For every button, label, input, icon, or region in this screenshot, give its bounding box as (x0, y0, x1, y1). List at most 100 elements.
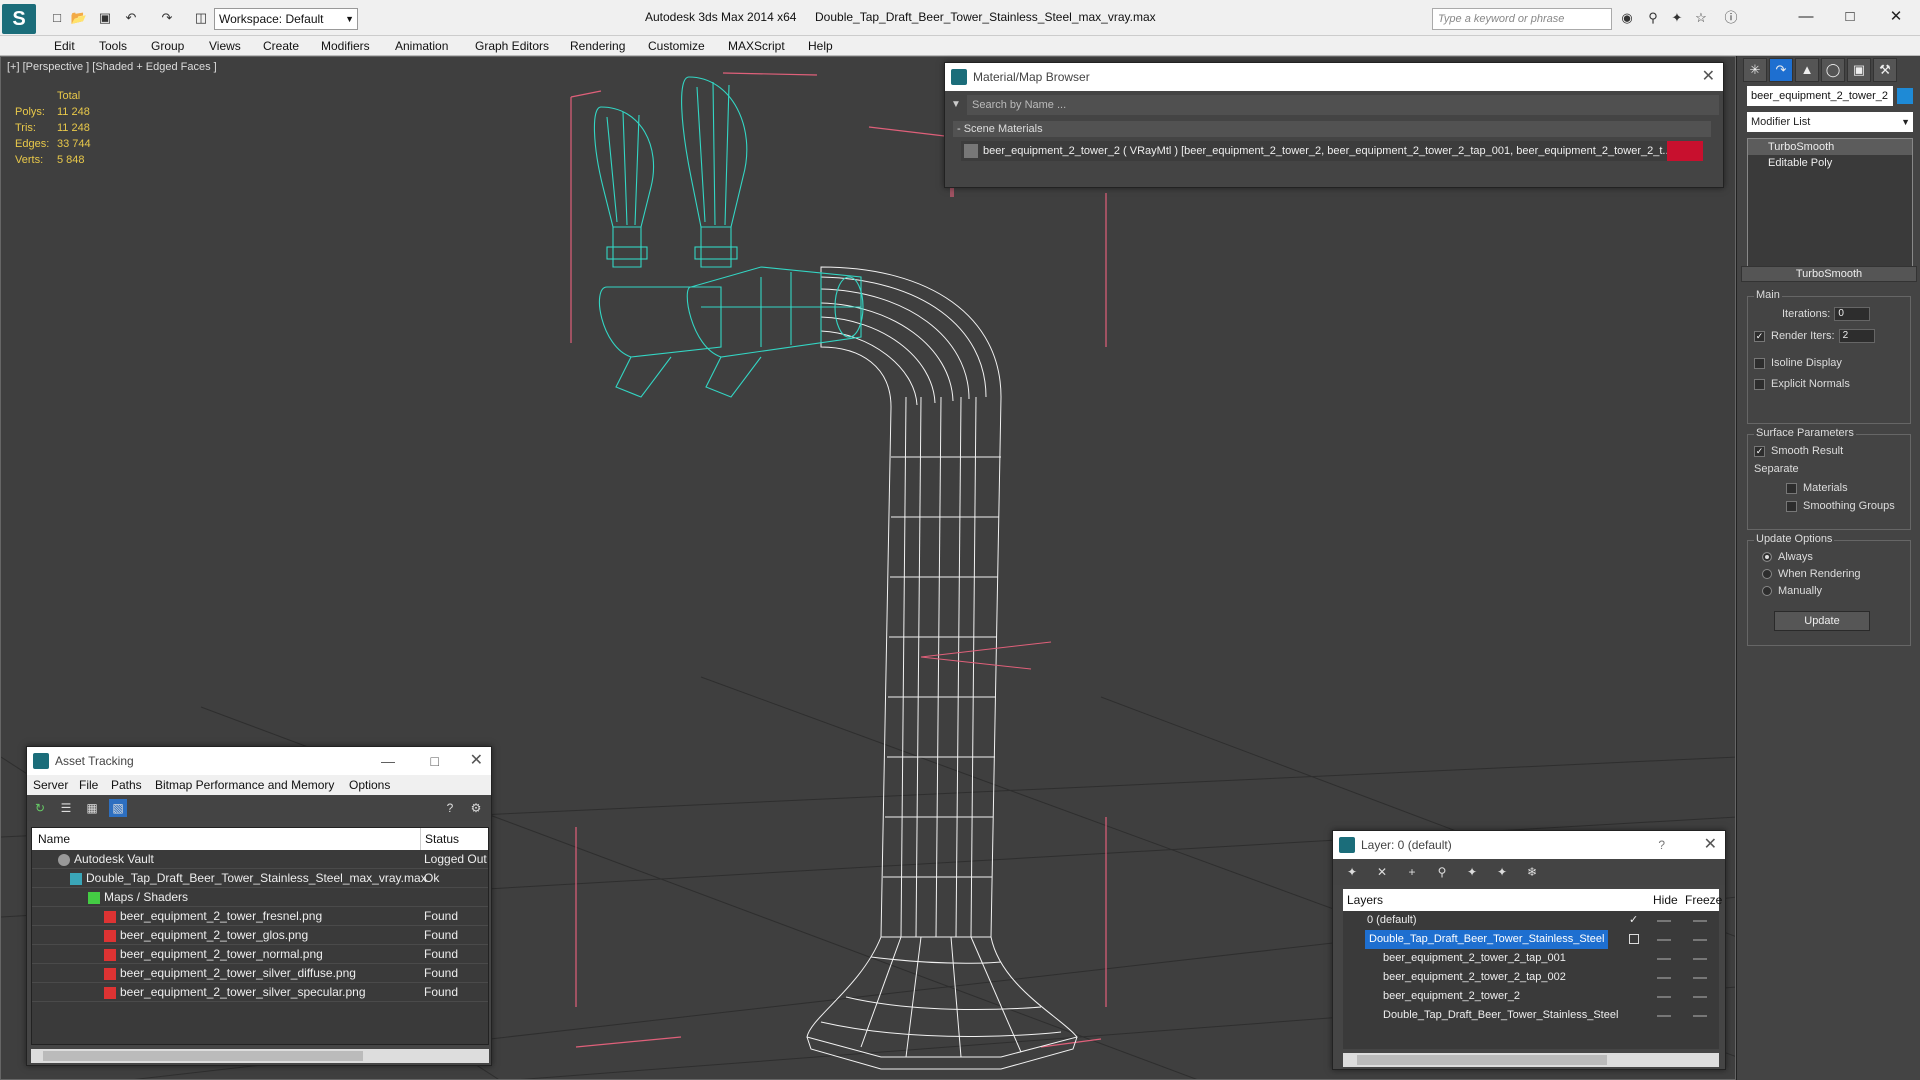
freeze-all-icon[interactable]: ❄ (1523, 863, 1541, 881)
add-to-layer-icon[interactable]: + (1403, 863, 1421, 881)
asset-row[interactable]: beer_equipment_2_tower_silver_specular.p… (32, 983, 488, 1002)
layer-row[interactable]: beer_equipment_2_tower_2_tap_002 (1343, 968, 1719, 987)
freeze-toggle[interactable] (1693, 958, 1707, 960)
when-rendering-radio[interactable] (1762, 569, 1772, 580)
save-icon[interactable]: ▣ (96, 9, 114, 27)
object-name-input[interactable]: beer_equipment_2_tower_2 (1747, 86, 1893, 106)
scene-materials-section[interactable]: - Scene Materials (953, 121, 1711, 137)
help-icon[interactable]: ? (1658, 831, 1665, 859)
highlight-layer-icon[interactable]: ✦ (1463, 863, 1481, 881)
menu-modifiers[interactable]: Modifiers (321, 39, 370, 53)
asset-row[interactable]: beer_equipment_2_tower_silver_diffuse.pn… (32, 964, 488, 983)
menu-maxscript[interactable]: MAXScript (728, 39, 785, 53)
asset-row[interactable]: beer_equipment_2_tower_glos.png Found (32, 926, 488, 945)
layer-row[interactable]: beer_equipment_2_tower_2 (1343, 987, 1719, 1006)
close-icon[interactable]: ✕ (1702, 63, 1715, 91)
refresh-icon[interactable]: ↻ (31, 799, 49, 817)
minimize-button[interactable]: — (1794, 6, 1818, 28)
asset-row[interactable]: beer_equipment_2_tower_normal.png Found (32, 945, 488, 964)
freeze-toggle[interactable] (1693, 920, 1707, 922)
manually-radio[interactable] (1762, 586, 1772, 597)
select-objects-icon[interactable]: ⚲ (1433, 863, 1451, 881)
menu-group[interactable]: Group (151, 39, 184, 53)
asset-row[interactable]: Double_Tap_Draft_Beer_Tower_Stainless_St… (32, 869, 488, 888)
layer-row[interactable]: 0 (default) ✓ (1343, 911, 1719, 930)
viewport-label[interactable]: [+] [Perspective ] [Shaded + Edged Faces… (7, 61, 217, 73)
asset-tracking-titlebar[interactable]: Asset Tracking — □ ✕ (27, 747, 491, 775)
col-layers-header[interactable]: Layers (1347, 889, 1383, 911)
menu-rendering[interactable]: Rendering (570, 39, 625, 53)
hierarchy-tab-icon[interactable]: ▲ (1795, 58, 1819, 82)
col-freeze-header[interactable]: Freeze (1685, 889, 1722, 911)
col-status-header[interactable]: Status (420, 828, 459, 850)
search-input[interactable]: Type a keyword or phrase (1432, 8, 1612, 30)
motion-tab-icon[interactable]: ◯ (1821, 58, 1845, 82)
search-icon[interactable]: ⚲ (1644, 9, 1662, 27)
layer-horizontal-scrollbar[interactable] (1343, 1053, 1719, 1067)
freeze-toggle[interactable] (1693, 977, 1707, 979)
maximize-button[interactable]: □ (431, 747, 439, 775)
hide-toggle[interactable] (1657, 996, 1671, 998)
active-layer-check-icon[interactable]: ✓ (1629, 911, 1638, 930)
create-layer-icon[interactable]: ✦ (1343, 863, 1361, 881)
layer-manager-titlebar[interactable]: Layer: 0 (default) ? ✕ (1333, 831, 1725, 859)
maximize-button[interactable]: □ (1838, 6, 1862, 28)
material-search-input[interactable]: Search by Name ... (967, 95, 1719, 115)
materials-checkbox[interactable] (1786, 482, 1797, 494)
always-radio[interactable] (1762, 552, 1772, 563)
menu-edit[interactable]: Edit (54, 39, 75, 53)
utilities-tab-icon[interactable]: ⚒ (1873, 58, 1897, 82)
hide-toggle[interactable] (1657, 920, 1671, 922)
workspace-dropdown[interactable]: Workspace: Default ▼ (214, 8, 358, 30)
open-folder-icon[interactable]: 📂 (70, 9, 88, 27)
create-tab-icon[interactable]: ✳ (1743, 58, 1767, 82)
asset-row[interactable]: Autodesk Vault Logged Out (32, 850, 488, 869)
app-logo-button[interactable]: S (2, 4, 36, 34)
layer-row[interactable]: Double_Tap_Draft_Beer_Tower_Stainless_St… (1343, 930, 1719, 949)
menu-customize[interactable]: Customize (648, 39, 705, 53)
stack-item-turbosmooth[interactable]: TurboSmooth (1748, 139, 1912, 155)
scrollbar-thumb[interactable] (1357, 1055, 1607, 1065)
menu-create[interactable]: Create (263, 39, 299, 53)
modifier-list-dropdown[interactable]: Modifier List ▼ (1747, 112, 1913, 132)
modify-tab-icon[interactable]: ↷ (1769, 58, 1793, 82)
menu-triangle-icon[interactable]: ▼ (951, 99, 961, 110)
menu-help[interactable]: Help (808, 39, 833, 53)
table-view-icon[interactable]: ▧ (109, 799, 127, 817)
hide-toggle[interactable] (1657, 939, 1671, 941)
menu-animation[interactable]: Animation (395, 39, 448, 53)
menu-bitmap-performance[interactable]: Bitmap Performance and Memory (155, 778, 334, 792)
close-button[interactable]: ✕ (1884, 6, 1908, 28)
close-icon[interactable]: ✕ (1704, 831, 1717, 859)
binoculars-icon[interactable]: ◉ (1618, 9, 1636, 27)
explicit-normals-checkbox[interactable] (1754, 378, 1765, 390)
menu-options[interactable]: Options (349, 778, 390, 792)
object-color-swatch[interactable] (1897, 88, 1913, 104)
update-button[interactable]: Update (1774, 611, 1870, 631)
isoline-checkbox[interactable] (1754, 357, 1765, 369)
turbosmooth-rollout-header[interactable]: TurboSmooth (1741, 266, 1917, 282)
add-selection-icon[interactable] (1629, 934, 1639, 944)
hide-toggle[interactable] (1657, 977, 1671, 979)
communication-icon[interactable]: ✦ (1668, 9, 1686, 27)
minimize-button[interactable]: — (381, 747, 395, 775)
layer-row[interactable]: Double_Tap_Draft_Beer_Tower_Stainless_St… (1343, 1006, 1719, 1025)
freeze-toggle[interactable] (1693, 996, 1707, 998)
hide-all-icon[interactable]: ✦ (1493, 863, 1511, 881)
material-browser-titlebar[interactable]: Material/Map Browser ✕ (945, 63, 1723, 91)
hide-toggle[interactable] (1657, 958, 1671, 960)
freeze-toggle[interactable] (1693, 939, 1707, 941)
menu-tools[interactable]: Tools (99, 39, 127, 53)
col-hide-header[interactable]: Hide (1653, 889, 1678, 911)
smooth-result-checkbox[interactable]: ✓ (1754, 445, 1765, 457)
menu-server[interactable]: Server (33, 778, 68, 792)
display-tab-icon[interactable]: ▣ (1847, 58, 1871, 82)
col-name-header[interactable]: Name (38, 828, 70, 850)
material-row[interactable]: beer_equipment_2_tower_2 ( VRayMtl ) [be… (961, 141, 1703, 161)
new-file-icon[interactable]: □ (48, 9, 66, 27)
help-icon[interactable]: ⓘ (1722, 9, 1740, 27)
close-icon[interactable]: ✕ (470, 747, 483, 775)
favorites-star-icon[interactable]: ☆ (1692, 9, 1710, 27)
render-iters-checkbox[interactable]: ✓ (1754, 330, 1765, 342)
asset-row[interactable]: beer_equipment_2_tower_fresnel.png Found (32, 907, 488, 926)
